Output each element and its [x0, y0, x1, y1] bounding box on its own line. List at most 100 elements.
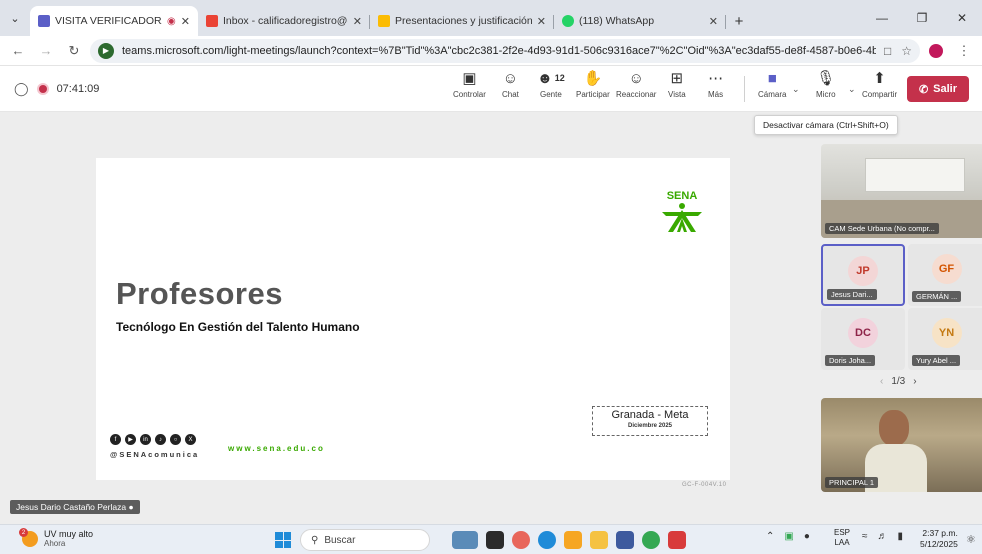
- camera-icon: ■: [767, 69, 777, 87]
- participant-tile-yn[interactable]: YN Yury Abel ...: [908, 308, 982, 370]
- system-clock[interactable]: 2:37 p.m. 5/12/2025: [920, 528, 958, 550]
- mic-options-chevron-icon[interactable]: ⌄: [848, 84, 856, 95]
- tab-title: Inbox - calificadoregistro@gma: [223, 15, 348, 27]
- back-arrow-icon[interactable]: ←: [6, 39, 30, 63]
- whiteboard-shape: [865, 158, 965, 192]
- tab-gmail-inbox[interactable]: Inbox - calificadoregistro@gma ✕: [198, 6, 370, 36]
- view-button[interactable]: ⊞ Vista: [668, 69, 686, 99]
- profile-avatar[interactable]: [924, 39, 948, 63]
- people-label: Gente: [540, 90, 562, 99]
- close-tab-icon[interactable]: ✕: [181, 15, 190, 28]
- app-icon[interactable]: [512, 531, 530, 549]
- minimize-icon[interactable]: —: [862, 0, 902, 36]
- self-video-tile[interactable]: PRINCIPAL 1: [821, 398, 982, 492]
- people-count: 12: [554, 73, 565, 83]
- location-box: Granada - Meta Diciembre 2025: [592, 406, 708, 436]
- mic-button[interactable]: 🎙 Micro: [816, 69, 836, 99]
- clock-date: 5/12/2025: [920, 539, 958, 549]
- participant-tile-gf[interactable]: GF GERMÁN ...: [908, 244, 982, 306]
- address-bar: ← → ↻ ▶ teams.microsoft.com/light-meetin…: [0, 36, 982, 66]
- x-twitter-icon: X: [185, 434, 196, 445]
- widget-landscape-icon[interactable]: [452, 531, 478, 549]
- linkedin-icon: in: [140, 434, 151, 445]
- room-video-tile[interactable]: CAM Sede Urbana (No compr...: [821, 144, 982, 238]
- copilot-icon[interactable]: [564, 531, 582, 549]
- tab-title: VISITA VERIFICADORA PAR: [55, 15, 163, 27]
- whatsapp-favicon-icon: [562, 15, 574, 27]
- windows-start-icon[interactable]: [275, 532, 291, 548]
- language-indicator[interactable]: ESP LAA: [834, 528, 850, 548]
- tab-presentaciones[interactable]: Presentaciones y justificación C ✕: [370, 6, 554, 36]
- url-field[interactable]: ▶ teams.microsoft.com/light-meetings/lau…: [90, 38, 920, 63]
- leave-button[interactable]: ✆ Salir: [907, 76, 969, 102]
- new-tab-button[interactable]: +: [726, 6, 752, 36]
- page-indicator: 1/3: [891, 376, 906, 387]
- next-page-icon[interactable]: ›: [913, 376, 916, 387]
- raise-hand-button[interactable]: ✋ Participar: [576, 69, 610, 99]
- camera-tooltip: Desactivar cámara (Ctrl+Shift+O): [754, 115, 898, 135]
- chevron-up-icon[interactable]: ⌃: [766, 531, 774, 542]
- document-code: GC-F-004V.10: [682, 482, 727, 488]
- people-button[interactable]: ☻ 12 Gente: [537, 69, 565, 100]
- close-tab-icon[interactable]: ✕: [709, 15, 718, 28]
- recording-indicator-icon: ◉: [167, 15, 176, 27]
- vista-label: Vista: [668, 90, 686, 99]
- microphone-tray-icon[interactable]: ●: [804, 531, 810, 542]
- micro-label: Micro: [816, 90, 836, 99]
- bookmark-star-icon[interactable]: ☆: [901, 44, 912, 58]
- network-volume-battery[interactable]: ≈ ♬ ▮: [862, 531, 903, 542]
- chrome-icon[interactable]: [642, 531, 660, 549]
- participant-name: GERMÁN ...: [912, 291, 962, 302]
- chat-button[interactable]: ☺ Chat: [502, 69, 519, 100]
- tab-whatsapp[interactable]: (118) WhatsApp ✕: [554, 6, 726, 36]
- smiley-icon: ☺: [628, 69, 644, 87]
- window-controls: — ❐ ✕: [862, 0, 982, 36]
- tab-search-chevron-icon[interactable]: ⌄: [0, 0, 30, 36]
- notifications-icon[interactable]: ⚛: [966, 533, 976, 546]
- more-dots-icon: ⋯: [708, 70, 724, 87]
- social-handle: @SENAcomunica: [110, 450, 200, 459]
- social-icons: f ▶ in ♪ ○ X: [110, 434, 196, 445]
- leave-label: Salir: [933, 83, 958, 95]
- forward-arrow-icon[interactable]: →: [34, 39, 58, 63]
- reload-icon[interactable]: ↻: [62, 39, 86, 63]
- copilot-tray-icon[interactable]: ▣: [784, 531, 793, 542]
- controlar-button[interactable]: ▣ Controlar: [453, 69, 486, 99]
- translate-icon[interactable]: □: [884, 44, 891, 58]
- slide-date: Diciembre 2025: [627, 423, 673, 429]
- taskbar-search[interactable]: ⚲ Buscar: [300, 529, 430, 551]
- share-control-icon: ▣: [462, 70, 477, 87]
- controlar-label: Controlar: [453, 90, 486, 99]
- file-explorer-icon[interactable]: [590, 531, 608, 549]
- grid-view-icon: ⊞: [670, 70, 684, 87]
- sena-logo: SENA: [662, 190, 702, 232]
- restore-icon[interactable]: ❐: [902, 0, 942, 36]
- close-tab-icon[interactable]: ✕: [537, 15, 546, 28]
- url-text[interactable]: teams.microsoft.com/light-meetings/launc…: [122, 45, 876, 57]
- participant-tile-dc[interactable]: DC Doris Joha...: [821, 308, 905, 370]
- search-icon: ⚲: [311, 534, 319, 546]
- participant-tile-jp[interactable]: JP Jesus Dari...: [821, 244, 905, 306]
- react-button[interactable]: ☺ Reaccionar: [616, 69, 656, 100]
- participar-label: Participar: [576, 90, 610, 99]
- prev-page-icon[interactable]: ‹: [880, 376, 883, 387]
- weather-badge: 2: [19, 528, 28, 537]
- slide-subtitle: Tecnólogo En Gestión del Talento Humano: [116, 320, 360, 334]
- shield-icon[interactable]: ◯: [14, 81, 29, 97]
- edge-browser-icon[interactable]: [538, 531, 556, 549]
- close-tab-icon[interactable]: ✕: [353, 15, 362, 28]
- tab-visita-verificadora[interactable]: VISITA VERIFICADORA PAR ◉ ✕: [30, 6, 198, 36]
- powerpoint-icon[interactable]: [668, 531, 686, 549]
- browser-menu-icon[interactable]: ⋮: [952, 39, 976, 63]
- store-icon[interactable]: [616, 531, 634, 549]
- camera-button[interactable]: ■ Cámara: [758, 69, 786, 100]
- close-window-icon[interactable]: ✕: [942, 0, 982, 36]
- weather-widget[interactable]: 2 UV muy alto Ahora: [19, 528, 93, 549]
- site-info-icon[interactable]: ▶: [98, 42, 114, 59]
- share-button[interactable]: ⬆ Compartir: [862, 69, 897, 99]
- task-view-icon[interactable]: [486, 531, 504, 549]
- compartir-label: Compartir: [862, 90, 898, 99]
- camera-options-chevron-icon[interactable]: ⌄: [792, 84, 800, 95]
- more-button[interactable]: ⋯ Más: [708, 69, 723, 99]
- room-tile-label: CAM Sede Urbana (No compr...: [825, 223, 939, 234]
